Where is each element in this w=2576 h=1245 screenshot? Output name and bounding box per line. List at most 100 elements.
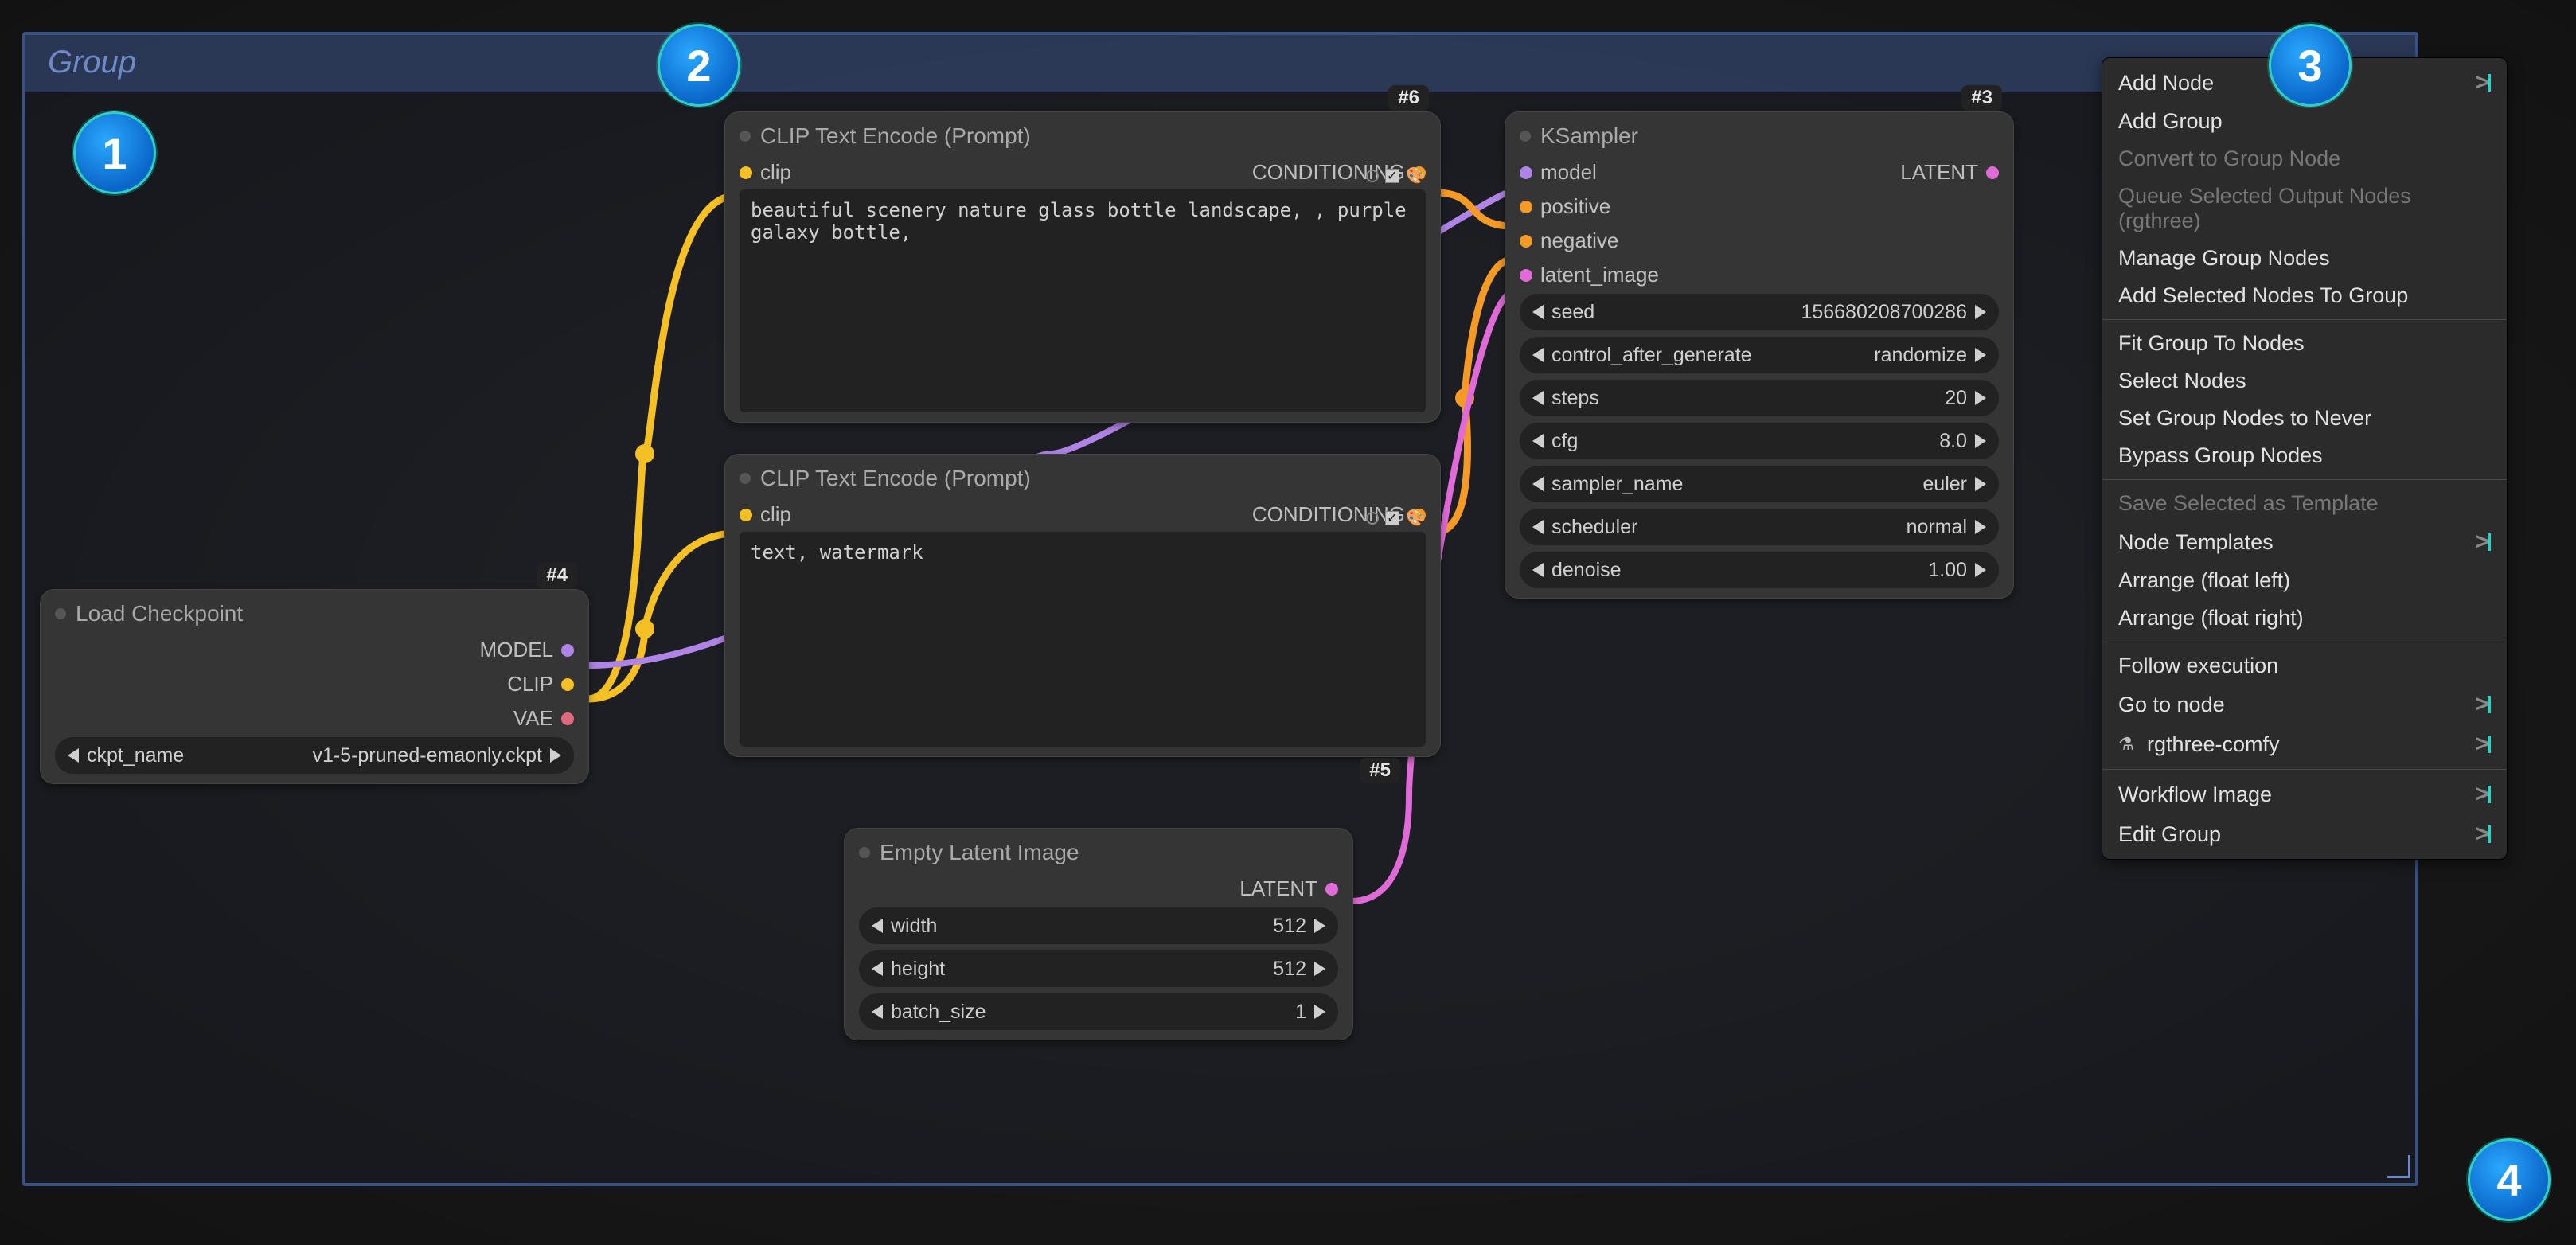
collapse-dot-icon[interactable] [1520, 131, 1531, 142]
ctx-workflow-image[interactable]: Workflow Image [2102, 775, 2507, 814]
widget-control-after-generate[interactable]: control_after_generate randomize [1520, 337, 1999, 373]
prompt-textarea[interactable]: beautiful scenery nature glass bottle la… [740, 189, 1426, 412]
node-title[interactable]: Load Checkpoint [41, 590, 588, 638]
ctx-fit-group[interactable]: Fit Group To Nodes [2102, 325, 2507, 362]
widget-height[interactable]: height 512 [859, 950, 1338, 987]
node-clip-text-encode-negative[interactable]: CLIP Text Encode (Prompt) clip CONDITION… [724, 454, 1441, 757]
ctx-manage-group-nodes[interactable]: Manage Group Nodes [2102, 240, 2507, 277]
widget-denoise[interactable]: denoise 1.00 [1520, 552, 1999, 588]
node-title[interactable]: KSampler [1505, 112, 2013, 160]
collapse-dot-icon[interactable] [740, 131, 751, 142]
chevron-right-icon [2475, 529, 2491, 556]
chevron-right-icon[interactable] [1975, 305, 1986, 319]
node-ksampler[interactable]: #3 KSampler model positive [1505, 111, 2014, 599]
chevron-right-icon [2475, 731, 2491, 758]
ctx-add-group[interactable]: Add Group [2102, 103, 2507, 140]
chevron-right-icon [2475, 781, 2491, 808]
separator [2102, 769, 2507, 770]
port-dot-icon [1520, 269, 1532, 282]
ctx-set-group-never[interactable]: Set Group Nodes to Never [2102, 400, 2507, 437]
output-port-latent[interactable]: LATENT [1239, 876, 1338, 901]
collapse-dot-icon[interactable] [859, 847, 870, 858]
ctx-arrange-left[interactable]: Arrange (float left) [2102, 562, 2507, 599]
palette-icon[interactable]: 🎨 [1406, 508, 1426, 528]
chevron-left-icon[interactable] [68, 748, 79, 763]
chevron-right-icon[interactable] [1975, 391, 1986, 405]
node-title[interactable]: CLIP Text Encode (Prompt) [725, 455, 1440, 502]
input-port-clip[interactable]: clip [740, 160, 791, 185]
callout-4: 4 [2468, 1138, 2551, 1221]
chevron-left-icon[interactable] [1532, 434, 1544, 448]
chevron-left-icon[interactable] [1532, 520, 1544, 534]
widget-ckpt-name[interactable]: ckpt_name v1-5-pruned-emaonly.ckpt [55, 737, 574, 774]
ctx-add-selected-to-group[interactable]: Add Selected Nodes To Group [2102, 277, 2507, 314]
output-port-clip[interactable]: CLIP [480, 672, 574, 697]
ctx-select-nodes[interactable]: Select Nodes [2102, 362, 2507, 400]
widget-scheduler[interactable]: scheduler normal [1520, 509, 1999, 545]
chevron-left-icon[interactable] [872, 1005, 883, 1019]
chevron-left-icon[interactable] [1532, 477, 1544, 491]
prompt-textarea[interactable]: text, watermark [740, 532, 1426, 747]
circle-icon[interactable] [1366, 170, 1379, 182]
ctx-arrange-right[interactable]: Arrange (float right) [2102, 599, 2507, 637]
input-port-model[interactable]: model [1520, 160, 1659, 185]
node-clip-text-encode-positive[interactable]: #6 CLIP Text Encode (Prompt) clip CONDIT… [724, 111, 1441, 423]
circle-icon[interactable] [1366, 512, 1379, 525]
chevron-left-icon[interactable] [1532, 348, 1544, 362]
widget-sampler-name[interactable]: sampler_name euler [1520, 466, 1999, 502]
chevron-right-icon[interactable] [1975, 477, 1986, 491]
callout-2: 2 [658, 24, 740, 107]
ctx-node-templates[interactable]: Node Templates [2102, 522, 2507, 562]
input-port-clip[interactable]: clip [740, 502, 791, 527]
chevron-right-icon[interactable] [1975, 348, 1986, 362]
node-load-checkpoint[interactable]: #4 Load Checkpoint MODEL CLIP [40, 589, 589, 784]
collapse-dot-icon[interactable] [55, 608, 66, 619]
chevron-right-icon [2475, 691, 2491, 718]
ctx-bypass-group[interactable]: Bypass Group Nodes [2102, 437, 2507, 474]
chevron-left-icon[interactable] [1532, 391, 1544, 405]
chevron-left-icon[interactable] [1532, 563, 1544, 577]
checkbox-icon[interactable] [1385, 169, 1399, 183]
output-port-vae[interactable]: VAE [480, 706, 574, 731]
chevron-right-icon[interactable] [1314, 919, 1325, 933]
chevron-right-icon[interactable] [1975, 563, 1986, 577]
context-menu[interactable]: Add Node Add Group Convert to Group Node… [2102, 57, 2508, 860]
chevron-right-icon[interactable] [550, 748, 561, 763]
widget-cfg[interactable]: cfg 8.0 [1520, 423, 1999, 459]
node-id-badge: #4 [537, 563, 577, 588]
ctx-follow-exec[interactable]: Follow execution [2102, 647, 2507, 685]
ctx-edit-group[interactable]: Edit Group [2102, 814, 2507, 854]
widget-seed[interactable]: seed 156680208700286 [1520, 294, 1999, 330]
port-dot-icon [1520, 201, 1532, 213]
input-port-negative[interactable]: negative [1520, 228, 1659, 253]
collapse-dot-icon[interactable] [740, 473, 751, 484]
chevron-left-icon[interactable] [872, 962, 883, 976]
output-port-latent[interactable]: LATENT [1900, 160, 1999, 185]
separator [2102, 319, 2507, 320]
chevron-right-icon[interactable] [1975, 434, 1986, 448]
ctx-go-to-node[interactable]: Go to node [2102, 685, 2507, 724]
node-empty-latent-image[interactable]: Empty Latent Image LATENT width 512 [844, 828, 1353, 1040]
chevron-left-icon[interactable] [1532, 305, 1544, 319]
chevron-right-icon[interactable] [1314, 1005, 1325, 1019]
port-dot-icon [1986, 166, 1999, 179]
input-port-positive[interactable]: positive [1520, 194, 1659, 219]
ctx-save-template: Save Selected as Template [2102, 485, 2507, 522]
output-port-model[interactable]: MODEL [480, 638, 574, 662]
widget-steps[interactable]: steps 20 [1520, 380, 1999, 416]
prompt-toolbar: 🎨 [1366, 508, 1426, 528]
widget-width[interactable]: width 512 [859, 907, 1338, 944]
checkbox-icon[interactable] [1385, 511, 1399, 525]
port-dot-icon [561, 678, 574, 691]
chevron-right-icon[interactable] [1314, 962, 1325, 976]
chevron-right-icon[interactable] [1975, 520, 1986, 534]
chevron-left-icon[interactable] [872, 919, 883, 933]
port-dot-icon [1520, 166, 1532, 179]
widget-batch-size[interactable]: batch_size 1 [859, 993, 1338, 1030]
node-title[interactable]: Empty Latent Image [845, 829, 1352, 876]
ctx-rgthree[interactable]: ⚗ rgthree-comfy [2102, 724, 2507, 764]
palette-icon[interactable]: 🎨 [1406, 166, 1426, 185]
port-dot-icon [740, 509, 752, 521]
input-port-latent-image[interactable]: latent_image [1520, 263, 1659, 287]
node-title[interactable]: CLIP Text Encode (Prompt) [725, 112, 1440, 160]
